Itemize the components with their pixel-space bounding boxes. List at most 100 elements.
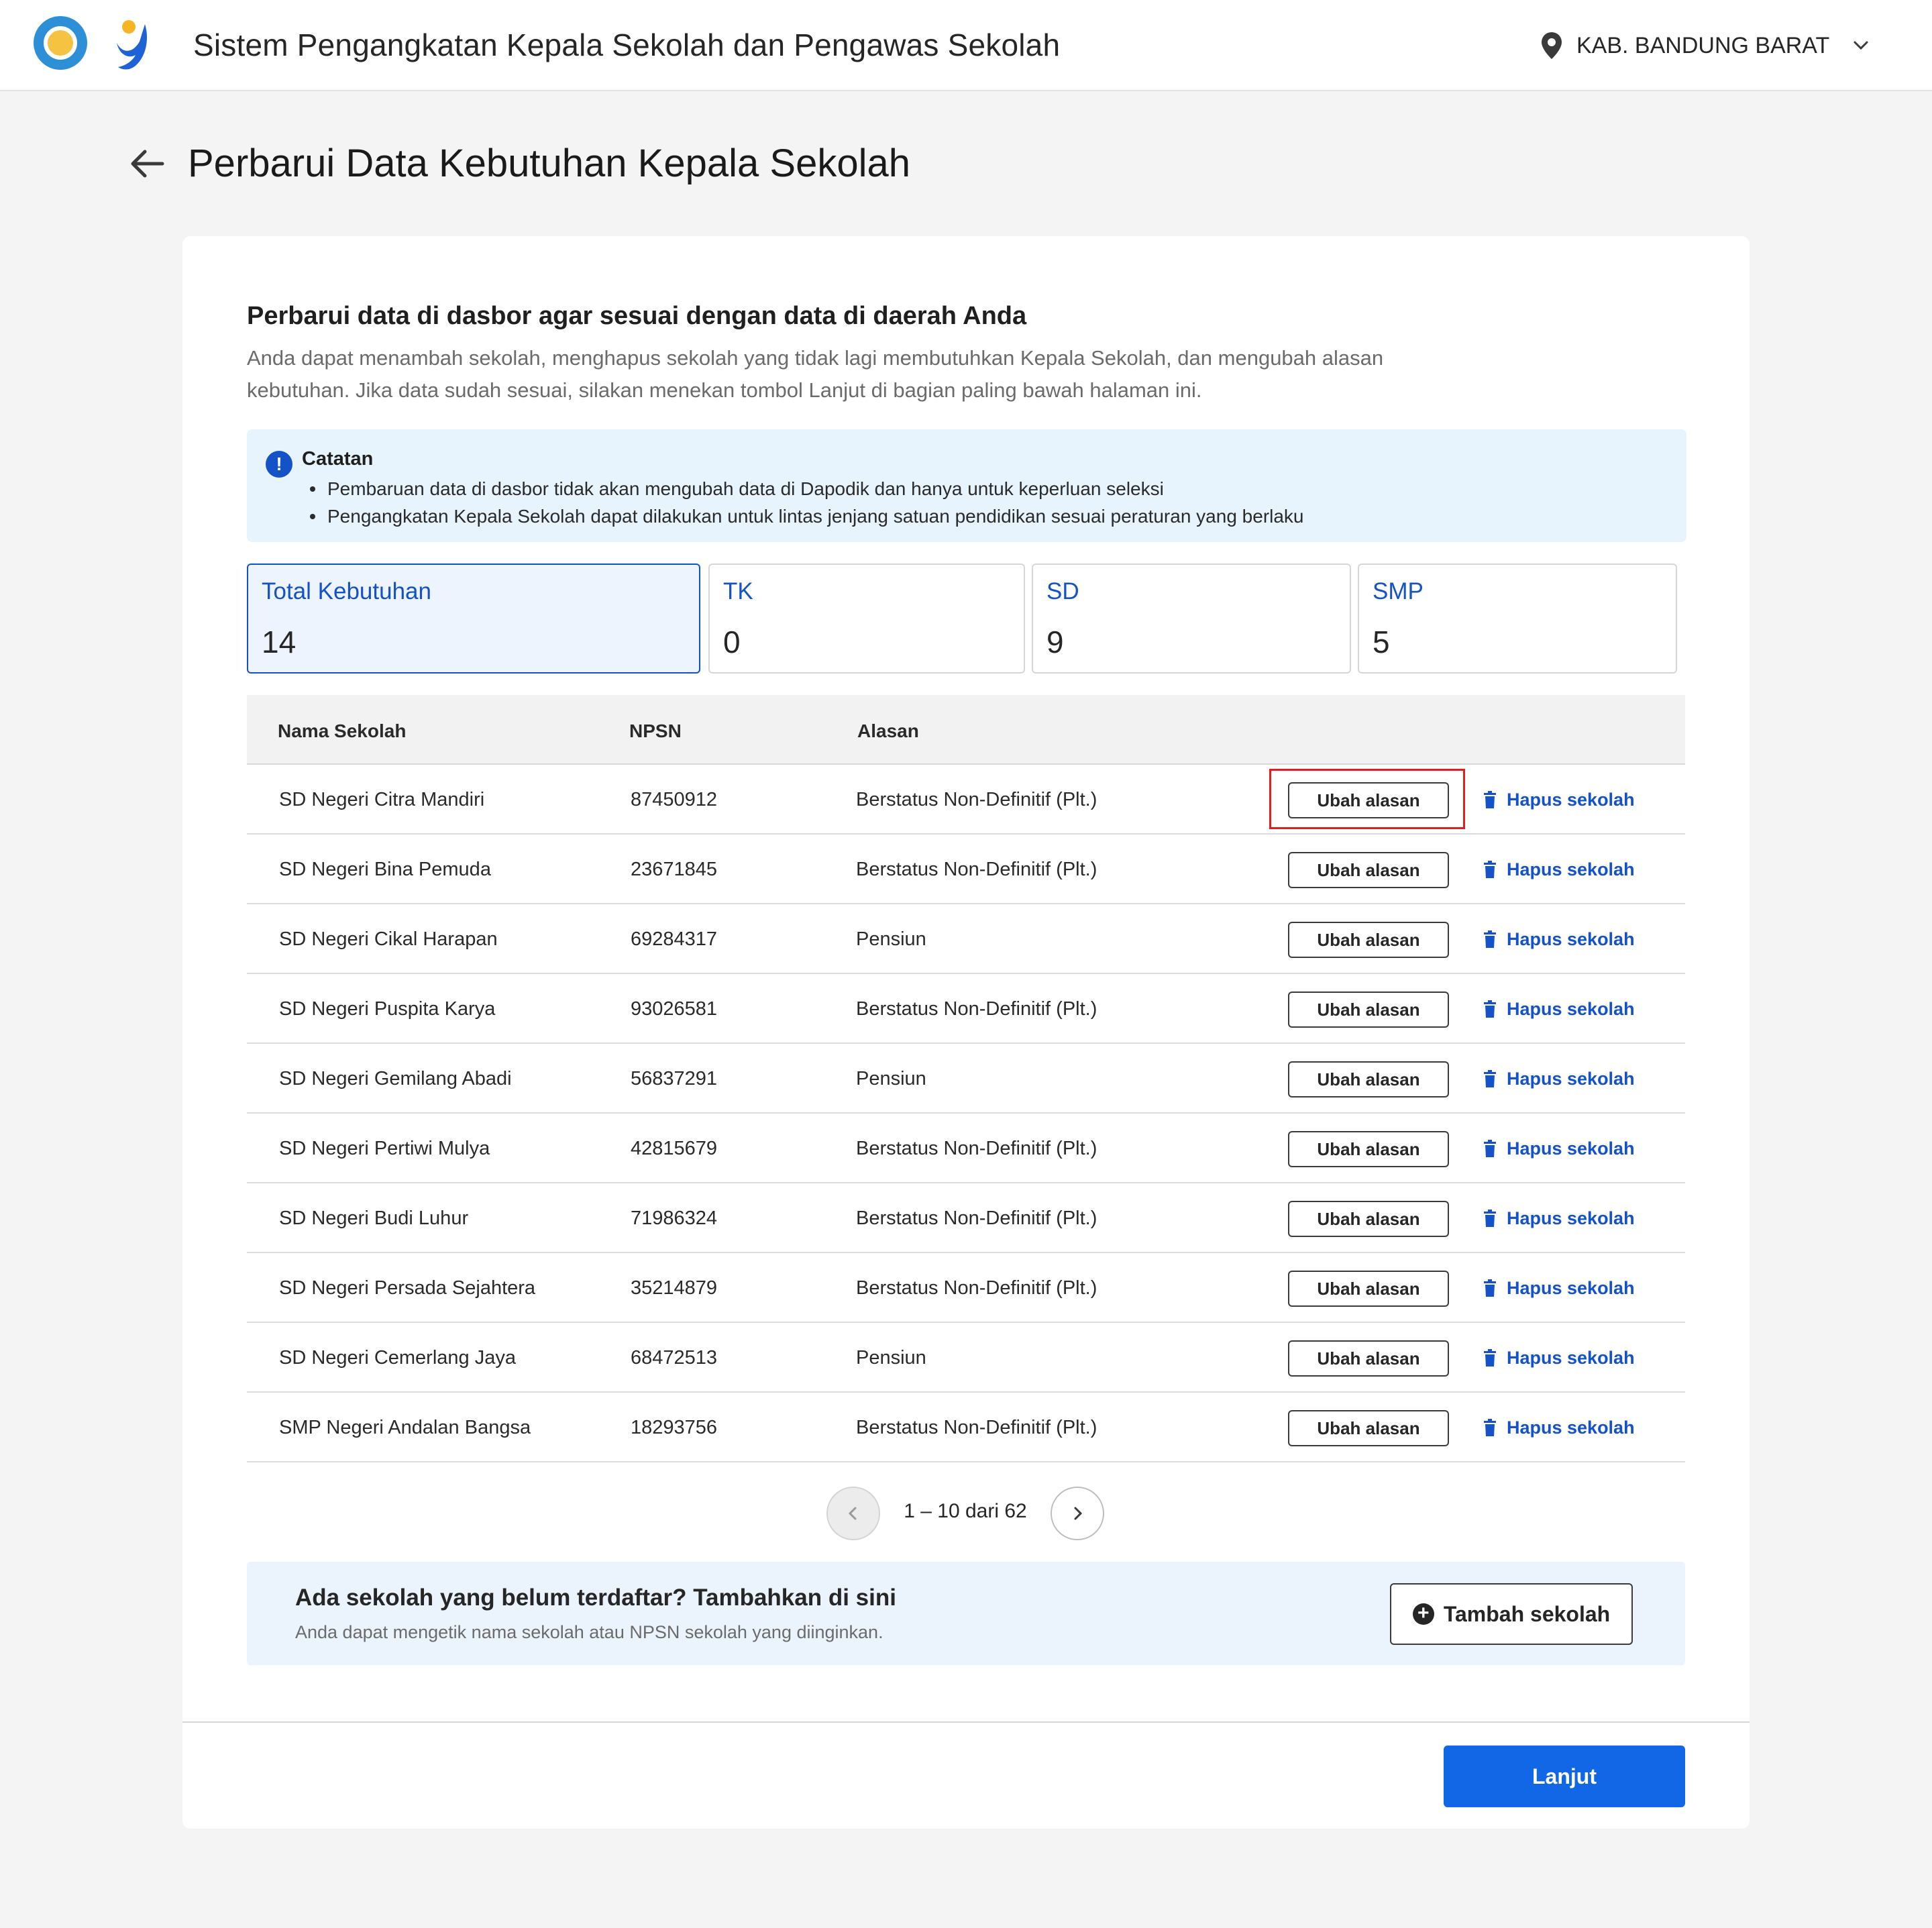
delete-school-label: Hapus sekolah xyxy=(1507,859,1635,879)
table-row: SD Negeri Cemerlang Jaya 68472513 Pensiun U… xyxy=(247,1323,1685,1393)
delete-school-button[interactable]: Hapus sekolah xyxy=(1483,1273,1635,1303)
note-box: ! Catatan Pembaruan data di dasbor tidak… xyxy=(247,429,1686,542)
table-row: SD Negeri Bina Pemuda 23671845 Berstatus N… xyxy=(247,835,1685,904)
trash-icon xyxy=(1484,1210,1496,1227)
region-selector[interactable]: KAB. BANDUNG BARAT xyxy=(1540,27,1871,64)
delete-school-button[interactable]: Hapus sekolah xyxy=(1483,1413,1635,1442)
trash-icon xyxy=(1484,930,1496,948)
school-name: SD Negeri Budi Luhur xyxy=(279,1208,469,1229)
delete-school-button[interactable]: Hapus sekolah xyxy=(1483,1203,1635,1233)
delete-school-button[interactable]: Hapus sekolah xyxy=(1483,1064,1635,1093)
table-body: SD Negeri Citra Mandiri 87450912 Berstatus… xyxy=(247,765,1685,1462)
next-page-button[interactable] xyxy=(1051,1487,1104,1540)
table-row: SMP Negeri Andalan Bangsa 18293756 Berstat… xyxy=(247,1393,1685,1462)
intro-description: Anda dapat menambah sekolah, menghapus s… xyxy=(247,346,1384,402)
intro-title: Perbarui data di dasbor agar sesuai deng… xyxy=(247,302,1027,330)
delete-school-button[interactable]: Hapus sekolah xyxy=(1483,924,1635,954)
school-name: SD Negeri Gemilang Abadi xyxy=(279,1068,512,1089)
delete-school-button[interactable]: Hapus sekolah xyxy=(1483,1343,1635,1373)
pagination-info: 1 – 10 dari 62 xyxy=(904,1500,1027,1522)
stat-sd[interactable]: SD 9 xyxy=(1032,564,1351,674)
school-npsn: 87450912 xyxy=(631,789,718,810)
add-school-banner: Ada sekolah yang belum terdaftar? Tambah… xyxy=(247,1562,1685,1665)
add-school-button[interactable]: + Tambah sekolah xyxy=(1390,1583,1633,1645)
delete-school-button[interactable]: Hapus sekolah xyxy=(1483,785,1635,814)
school-name: SD Negeri Citra Mandiri xyxy=(279,789,485,810)
edit-reason-button[interactable]: Ubah alasan xyxy=(1288,782,1449,818)
stat-smp[interactable]: SMP 5 xyxy=(1358,564,1677,674)
location-pin-icon xyxy=(1542,32,1562,59)
edit-reason-button[interactable]: Ubah alasan xyxy=(1288,922,1449,958)
school-name: SMP Negeri Andalan Bangsa xyxy=(279,1417,531,1438)
add-school-title: Ada sekolah yang belum terdaftar? Tambah… xyxy=(295,1585,896,1611)
table-row: SD Negeri Budi Luhur 71986324 Berstatus No… xyxy=(247,1183,1685,1253)
school-reason: Pensiun xyxy=(856,928,926,950)
prev-page-button[interactable] xyxy=(826,1487,880,1540)
table-header: Nama Sekolah NPSN Alasan xyxy=(247,695,1685,765)
edit-reason-button[interactable]: Ubah alasan xyxy=(1288,1131,1449,1167)
school-reason: Berstatus Non-Definitif (Plt.) xyxy=(856,998,1097,1020)
app-title: Sistem Pengangkatan Kepala Sekolah dan P… xyxy=(193,28,1061,62)
brand-logo xyxy=(117,20,148,70)
region-label: KAB. BANDUNG BARAT xyxy=(1576,32,1830,58)
column-header-reason: Alasan xyxy=(857,720,919,741)
stat-value: 9 xyxy=(1046,625,1064,659)
delete-school-label: Hapus sekolah xyxy=(1507,789,1635,810)
school-reason: Pensiun xyxy=(856,1347,926,1369)
delete-school-label: Hapus sekolah xyxy=(1507,1138,1635,1159)
stat-value: 5 xyxy=(1373,625,1390,659)
edit-reason-button[interactable]: Ubah alasan xyxy=(1288,1410,1449,1446)
delete-school-button[interactable]: Hapus sekolah xyxy=(1483,855,1635,884)
school-reason: Berstatus Non-Definitif (Plt.) xyxy=(856,859,1097,880)
top-bar: Sistem Pengangkatan Kepala Sekolah dan P… xyxy=(0,0,1932,91)
note-title: Catatan xyxy=(302,448,374,470)
school-reason: Pensiun xyxy=(856,1068,926,1089)
school-npsn: 69284317 xyxy=(631,928,718,950)
page-title: Perbarui Data Kebutuhan Kepala Sekolah xyxy=(188,142,910,185)
back-arrow-icon[interactable] xyxy=(127,144,168,184)
school-name: SD Negeri Bina Pemuda xyxy=(279,859,491,880)
stat-label: Total Kebutuhan xyxy=(262,578,431,604)
school-npsn: 35214879 xyxy=(631,1277,718,1299)
tut-wuri-logo xyxy=(34,16,87,70)
column-header-name: Nama Sekolah xyxy=(278,720,407,741)
stat-label: SD xyxy=(1046,578,1079,604)
trash-icon xyxy=(1484,1140,1496,1157)
trash-icon xyxy=(1484,1279,1496,1297)
table-row: SD Negeri Persada Sejahtera 35214879 Berst… xyxy=(247,1253,1685,1323)
school-table: Nama Sekolah NPSN Alasan SD Negeri Citra… xyxy=(247,695,1685,1462)
chevron-left-icon xyxy=(848,1507,857,1520)
trash-icon xyxy=(1484,1000,1496,1018)
school-reason: Berstatus Non-Definitif (Plt.) xyxy=(856,1208,1097,1229)
delete-school-label: Hapus sekolah xyxy=(1507,1208,1635,1228)
edit-reason-button[interactable]: Ubah alasan xyxy=(1288,1340,1449,1377)
table-row: SD Negeri Puspita Karya 93026581 Berstatus… xyxy=(247,974,1685,1044)
plus-circle-icon: + xyxy=(1412,1603,1434,1625)
edit-reason-button[interactable]: Ubah alasan xyxy=(1288,1201,1449,1237)
stat-value: 0 xyxy=(723,625,741,659)
column-header-npsn: NPSN xyxy=(629,720,682,741)
school-name: SD Negeri Persada Sejahtera xyxy=(279,1277,536,1299)
edit-reason-button[interactable]: Ubah alasan xyxy=(1288,1061,1449,1097)
table-row: SD Negeri Citra Mandiri 87450912 Berstatus… xyxy=(247,765,1685,835)
delete-school-button[interactable]: Hapus sekolah xyxy=(1483,994,1635,1024)
school-name: SD Negeri Cemerlang Jaya xyxy=(279,1347,516,1369)
school-npsn: 42815679 xyxy=(631,1138,718,1159)
stat-total-kebutuhan[interactable]: Total Kebutuhan 14 xyxy=(247,564,700,674)
school-name: SD Negeri Puspita Karya xyxy=(279,998,496,1020)
table-row: SD Negeri Cikal Harapan 69284317 Pensiun Ub… xyxy=(247,904,1685,974)
school-reason: Berstatus Non-Definitif (Plt.) xyxy=(856,1277,1097,1299)
info-icon: ! xyxy=(266,451,292,478)
next-button[interactable]: Lanjut xyxy=(1444,1746,1685,1807)
school-name: SD Negeri Pertiwi Mulya xyxy=(279,1138,490,1159)
edit-reason-button[interactable]: Ubah alasan xyxy=(1288,852,1449,888)
school-npsn: 93026581 xyxy=(631,998,718,1020)
school-npsn: 71986324 xyxy=(631,1208,718,1229)
stat-tk[interactable]: TK 0 xyxy=(708,564,1025,674)
school-reason: Berstatus Non-Definitif (Plt.) xyxy=(856,1138,1097,1159)
edit-reason-button[interactable]: Ubah alasan xyxy=(1288,1271,1449,1307)
edit-reason-button[interactable]: Ubah alasan xyxy=(1288,992,1449,1028)
delete-school-button[interactable]: Hapus sekolah xyxy=(1483,1134,1635,1163)
delete-school-label: Hapus sekolah xyxy=(1507,1068,1635,1089)
add-school-description: Anda dapat mengetik nama sekolah atau NP… xyxy=(295,1622,883,1642)
